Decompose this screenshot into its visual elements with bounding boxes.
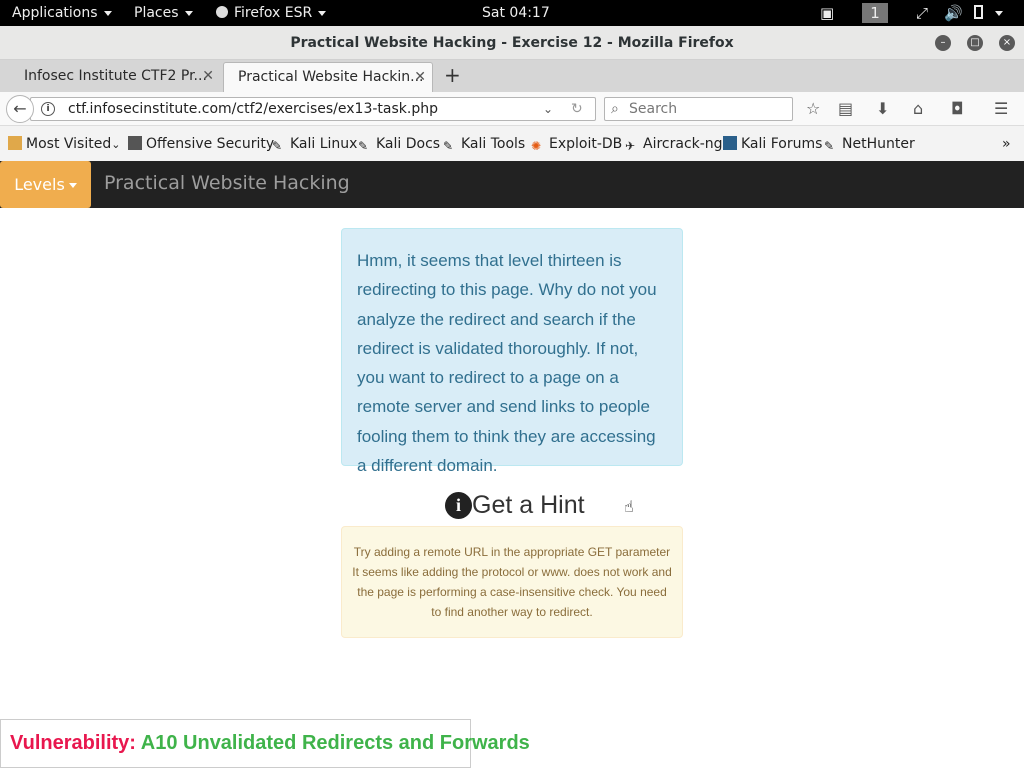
search-placeholder: Search (629, 101, 678, 117)
tab-bar: Infosec Institute CTF2 Pr... ✕ Practical… (0, 60, 1024, 92)
firefox-icon (216, 6, 228, 18)
site-info-icon[interactable]: i (41, 102, 55, 116)
url-text: ctf.infosecinstitute.com/ctf2/exercises/… (68, 101, 438, 117)
aircrack-icon: ✈ (625, 139, 636, 153)
hamburger-menu-icon[interactable]: ☰ (994, 100, 1008, 118)
kali-icon: ✎ (443, 139, 454, 153)
close-tab-icon[interactable]: ✕ (202, 62, 214, 90)
bookmark-nethunter[interactable]: ✎ NetHunter (824, 126, 915, 162)
site-navbar: Levels Practical Website Hacking (0, 161, 1024, 208)
kali-icon: ✎ (272, 139, 283, 153)
network-icon[interactable]: ⤢ (916, 0, 928, 26)
navigation-toolbar: i ctf.infosecinstitute.com/ctf2/exercise… (0, 92, 1024, 126)
get-hint-heading[interactable]: i Get a Hint (445, 488, 585, 522)
tab-label: Practical Website Hackin... (238, 69, 424, 85)
bookmark-label: NetHunter (842, 136, 915, 152)
bookmark-kali-forums[interactable]: Kali Forums (723, 126, 822, 162)
bookmark-offensive-security[interactable]: Offensive Security (128, 126, 274, 162)
bookmark-label: Kali Docs (376, 136, 441, 152)
clock[interactable]: Sat 04:17 (482, 0, 550, 26)
downloads-icon[interactable]: ⬇ (876, 100, 889, 118)
offsec-icon (128, 136, 142, 150)
firefox-app-menu[interactable]: Firefox ESR (216, 0, 327, 26)
reading-list-icon[interactable]: ▤ (838, 100, 853, 118)
vulnerability-banner: Vulnerability: A10 Unvalidated Redirects… (0, 719, 530, 768)
bookmark-kali-docs[interactable]: ✎ Kali Docs (358, 126, 440, 162)
chevron-down-icon (103, 10, 112, 16)
bookmark-label: Offensive Security (146, 136, 275, 152)
back-button[interactable]: ← (6, 95, 34, 123)
tab-infosec-ctf2[interactable]: Infosec Institute CTF2 Pr... ✕ (10, 62, 220, 92)
firefox-app-label: Firefox ESR (234, 5, 313, 21)
bookmark-star-icon[interactable]: ☆ (806, 100, 820, 118)
battery-icon (974, 5, 983, 19)
system-menu[interactable] (974, 0, 1003, 26)
bookmark-label: Kali Forums (741, 136, 823, 152)
bookmarks-toolbar: Most Visited⌄ Offensive Security ✎ Kali L… (0, 126, 1024, 162)
folder-icon (8, 136, 22, 150)
search-input[interactable]: ⌕ Search (604, 97, 793, 121)
bookmark-label: Kali Tools (461, 136, 526, 152)
bookmark-label: Most Visited (26, 136, 112, 152)
info-alert: Hmm, it seems that level thirteen is red… (341, 228, 683, 475)
window-titlebar: Practical Website Hacking - Exercise 12 … (0, 26, 1024, 60)
info-circle-icon: i (445, 492, 472, 519)
places-label: Places (134, 5, 179, 21)
levels-label: Levels (14, 175, 65, 194)
overflow-chevron-icon[interactable]: » (1002, 126, 1011, 162)
hint-title-text: Get a Hint (472, 491, 585, 519)
chevron-down-icon (318, 10, 327, 16)
pocket-icon[interactable]: ◘ (951, 100, 964, 118)
bookmark-most-visited[interactable]: Most Visited⌄ (8, 126, 120, 162)
kali-icon: ✎ (358, 139, 369, 153)
tab-practical-website-hacking[interactable]: Practical Website Hackin... ✕ (223, 62, 433, 92)
bookmark-exploit-db[interactable]: ✺ Exploit-DB (531, 126, 622, 162)
url-bar[interactable]: i ctf.infosecinstitute.com/ctf2/exercise… (30, 97, 596, 121)
window-title: Practical Website Hacking - Exercise 12 … (290, 35, 734, 51)
levels-dropdown-button[interactable]: Levels (0, 161, 91, 208)
applications-label: Applications (12, 5, 98, 21)
bookmark-label: Aircrack-ng (643, 136, 723, 152)
chevron-down-icon (68, 183, 77, 188)
close-tab-icon[interactable]: ✕ (414, 63, 426, 91)
hint-alert: Try adding a remote URL in the appropria… (341, 526, 683, 638)
search-icon: ⌕ (611, 101, 619, 117)
chevron-down-icon: ⌄ (111, 138, 121, 151)
hand-cursor-icon: ☝ (624, 497, 634, 516)
system-top-bar: Applications Places Firefox ESR Sat 04:1… (0, 0, 1024, 26)
bookmark-kali-linux[interactable]: ✎ Kali Linux (272, 126, 357, 162)
chevron-down-icon[interactable]: ⌄ (543, 98, 553, 120)
site-brand[interactable]: Practical Website Hacking (104, 161, 350, 205)
bookmark-label: Exploit-DB (549, 136, 623, 152)
vulnerability-label: Vulnerability: (10, 732, 136, 754)
workspace-indicator[interactable]: 1 (862, 3, 888, 23)
home-icon[interactable]: ⌂ (913, 100, 923, 118)
minimize-button[interactable]: – (935, 35, 951, 51)
maximize-button[interactable]: □ (967, 35, 983, 51)
new-tab-button[interactable]: + (444, 62, 461, 88)
bookmark-kali-tools[interactable]: ✎ Kali Tools (443, 126, 525, 162)
bookmark-label: Kali Linux (290, 136, 358, 152)
applications-menu[interactable]: Applications (12, 0, 112, 26)
reload-icon[interactable]: ↻ (571, 98, 583, 120)
places-menu[interactable]: Places (134, 0, 193, 26)
tab-label: Infosec Institute CTF2 Pr... (24, 68, 207, 84)
kali-icon: ✎ (824, 139, 835, 153)
volume-icon[interactable]: 🔊 (944, 0, 963, 26)
chevron-down-icon (995, 10, 1003, 16)
kali-forums-icon (723, 136, 737, 150)
close-button[interactable]: × (999, 35, 1015, 51)
exploitdb-icon: ✺ (531, 139, 542, 153)
video-icon[interactable]: ▣ (820, 0, 834, 26)
vulnerability-value: A10 Unvalidated Redirects and Forwards (140, 732, 530, 754)
chevron-down-icon (184, 10, 193, 16)
bookmark-aircrack-ng[interactable]: ✈ Aircrack-ng (625, 126, 723, 162)
